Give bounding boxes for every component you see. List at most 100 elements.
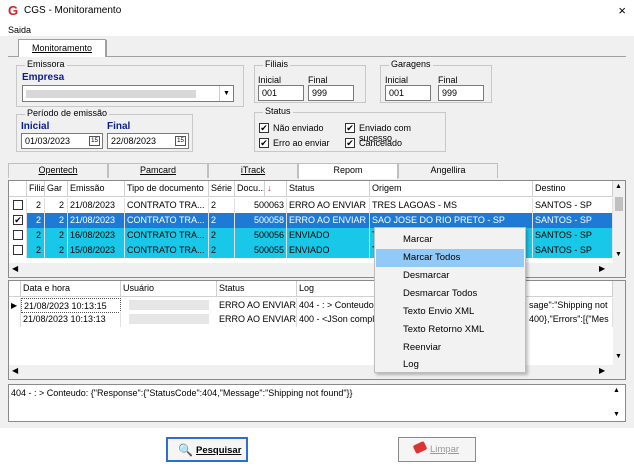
tab-opentech[interactable]: Opentech — [8, 163, 108, 178]
row-check-cell — [9, 243, 27, 258]
menu-item-texto-envio-xml[interactable]: Texto Envio XML — [376, 303, 524, 321]
nao-enviado-checkbox[interactable]: ✔ — [259, 123, 269, 133]
scroll-up-icon[interactable]: ▲ — [615, 183, 622, 190]
doc-cell: 500063 — [235, 198, 287, 213]
grid-header[interactable]: Gar — [45, 181, 68, 197]
destino-cell: SANTOS - SP — [533, 213, 613, 228]
table-row[interactable]: ✔ 2 2 21/08/2023 CONTRATO TRA... 2 50005… — [9, 213, 613, 228]
scroll-down-icon[interactable]: ▼ — [615, 251, 622, 258]
filiais-final-label: Final — [308, 75, 328, 85]
status-cell: ERRO AO ENVIAR — [287, 213, 370, 228]
data-cell: 21/08/2023 10:13:15 — [21, 298, 121, 313]
emissora-group: Emissora Empresa ▼ — [16, 59, 244, 107]
table-row[interactable]: 2 2 21/08/2023 CONTRATO TRA... 2 500063 … — [9, 198, 613, 213]
vertical-scrollbar[interactable]: ▼ — [613, 281, 625, 365]
menu-item-log[interactable]: Log — [376, 356, 524, 374]
grid-header[interactable]: Status — [217, 281, 297, 297]
row-checkbox[interactable] — [13, 230, 23, 240]
serie-cell: 2 — [209, 243, 235, 258]
grid-header[interactable]: Data e hora — [21, 281, 121, 297]
status-cell: ENVIADO — [287, 228, 370, 243]
periodo-group: Período de emissão Inicial Final 01/03/2… — [16, 108, 193, 152]
scroll-left-icon[interactable]: ◀ — [12, 366, 18, 375]
garagens-group: Garagens Inicial Final 001 999 — [380, 59, 492, 103]
horizontal-scrollbar[interactable]: ◀ ▶ — [9, 263, 625, 277]
chevron-down-icon[interactable]: ▼ — [219, 86, 233, 101]
tab-monitoramento[interactable]: Monitoramento — [18, 39, 106, 57]
garagens-group-label: Garagens — [389, 59, 433, 69]
empresa-combo[interactable]: ▼ — [22, 85, 234, 102]
grid-header[interactable]: Emissão — [68, 181, 125, 197]
grid-header[interactable]: Status — [287, 181, 370, 197]
tipo-cell: CONTRATO TRA... — [125, 243, 209, 258]
origem-cell: TRES LAGOAS - MS — [370, 198, 533, 213]
filiais-inicial-input[interactable]: 001 — [258, 85, 304, 101]
filiais-final-input[interactable]: 999 — [308, 85, 354, 101]
garagens-final-input[interactable]: 999 — [438, 85, 484, 101]
tipo-cell: CONTRATO TRA... — [125, 198, 209, 213]
filiais-inicial-label: Inicial — [258, 75, 282, 85]
sort-desc-icon[interactable]: ↓ — [265, 181, 287, 197]
empresa-label: Empresa — [22, 72, 65, 83]
empresa-value-redacted — [26, 90, 196, 98]
scroll-left-icon[interactable]: ◀ — [12, 264, 18, 273]
menu-item-texto-retorno-xml[interactable]: Texto Retorno XML — [376, 321, 524, 339]
status-cell: ERRO AO ENVIAR — [287, 198, 370, 213]
emissao-cell: 21/08/2023 — [68, 198, 125, 213]
grid-header[interactable]: Destino — [533, 181, 613, 197]
destino-cell: SANTOS - SP — [533, 198, 613, 213]
periodo-final-label: Final — [107, 121, 131, 132]
tab-angellira[interactable]: Angellira — [398, 163, 498, 178]
garagens-inicial-label: Inicial — [385, 75, 409, 85]
grid-header[interactable]: Usuário — [121, 281, 217, 297]
status-cell: ERRO AO ENVIAR — [217, 298, 297, 313]
log-cell: 400 - <JSon comple — [297, 312, 377, 327]
menu-item-desmarcar[interactable]: Desmarcar — [376, 267, 524, 285]
filial-cell: 2 — [27, 243, 45, 258]
calendar-icon[interactable]: 15 — [175, 136, 186, 146]
scroll-up-icon[interactable]: ▲ — [613, 387, 620, 394]
grid-header[interactable]: Docu... — [235, 181, 265, 197]
row-checkbox[interactable]: ✔ — [13, 215, 23, 225]
grid-header-indicator — [9, 281, 21, 297]
scroll-down-icon[interactable]: ▼ — [615, 353, 622, 360]
menu-item-marcar[interactable]: Marcar — [376, 231, 524, 249]
grid-header[interactable]: Filial — [27, 181, 45, 197]
row-checkbox[interactable] — [13, 200, 23, 210]
scroll-down-icon[interactable]: ▼ — [613, 411, 620, 418]
menu-item-marcar-todos[interactable]: Marcar Todos — [376, 249, 524, 267]
periodo-final-input[interactable]: 22/08/2023 15 — [107, 133, 189, 149]
row-check-cell — [9, 228, 27, 243]
tab-repom[interactable]: Repom — [298, 163, 398, 179]
log-detail-memo[interactable]: 404 - : > Conteudo: {"Response":{"Status… — [8, 384, 626, 422]
garagens-inicial-input[interactable]: 001 — [385, 85, 431, 101]
close-icon[interactable]: × — [618, 3, 626, 18]
destino-cell: SANTOS - SP — [533, 243, 613, 258]
cancelado-checkbox[interactable]: ✔ — [345, 138, 355, 148]
doc-cell: 500056 — [235, 228, 287, 243]
menu-item-reenviar[interactable]: Reenviar — [376, 339, 524, 357]
menu-saida[interactable]: Saida — [8, 25, 31, 35]
scroll-right-icon[interactable]: ▶ — [599, 366, 605, 375]
vertical-scrollbar[interactable]: ▲ ▼ — [613, 181, 625, 263]
grid-header[interactable]: Tipo de documento — [125, 181, 209, 197]
tab-itrack[interactable]: iTrack — [208, 163, 298, 178]
row-checkbox[interactable] — [13, 245, 23, 255]
enviado-sucesso-checkbox[interactable]: ✔ — [345, 123, 355, 133]
status-cell: ENVIADO — [287, 243, 370, 258]
periodo-inicial-input[interactable]: 01/03/2023 15 — [21, 133, 103, 149]
periodo-inicial-value: 01/03/2023 — [25, 136, 71, 146]
horizontal-scrollbar[interactable]: ◀ ▶ — [9, 365, 625, 379]
limpar-button[interactable]: Limpar — [398, 437, 476, 462]
context-menu: Marcar Marcar Todos Desmarcar Desmarcar … — [374, 227, 526, 373]
menu-item-desmarcar-todos[interactable]: Desmarcar Todos — [376, 285, 524, 303]
calendar-icon[interactable]: 15 — [89, 136, 100, 146]
scroll-right-icon[interactable]: ▶ — [599, 264, 605, 273]
scroll-thumb[interactable] — [615, 197, 623, 211]
grid-header[interactable]: Série — [209, 181, 235, 197]
grid-header[interactable]: Origem — [370, 181, 533, 197]
pesquisar-button[interactable]: 🔍 Pesquisar — [166, 437, 248, 462]
tab-pamcard[interactable]: Pamcard — [108, 163, 208, 178]
status-cell: ERRO AO ENVIAR — [217, 312, 297, 327]
erro-enviar-checkbox[interactable]: ✔ — [259, 138, 269, 148]
